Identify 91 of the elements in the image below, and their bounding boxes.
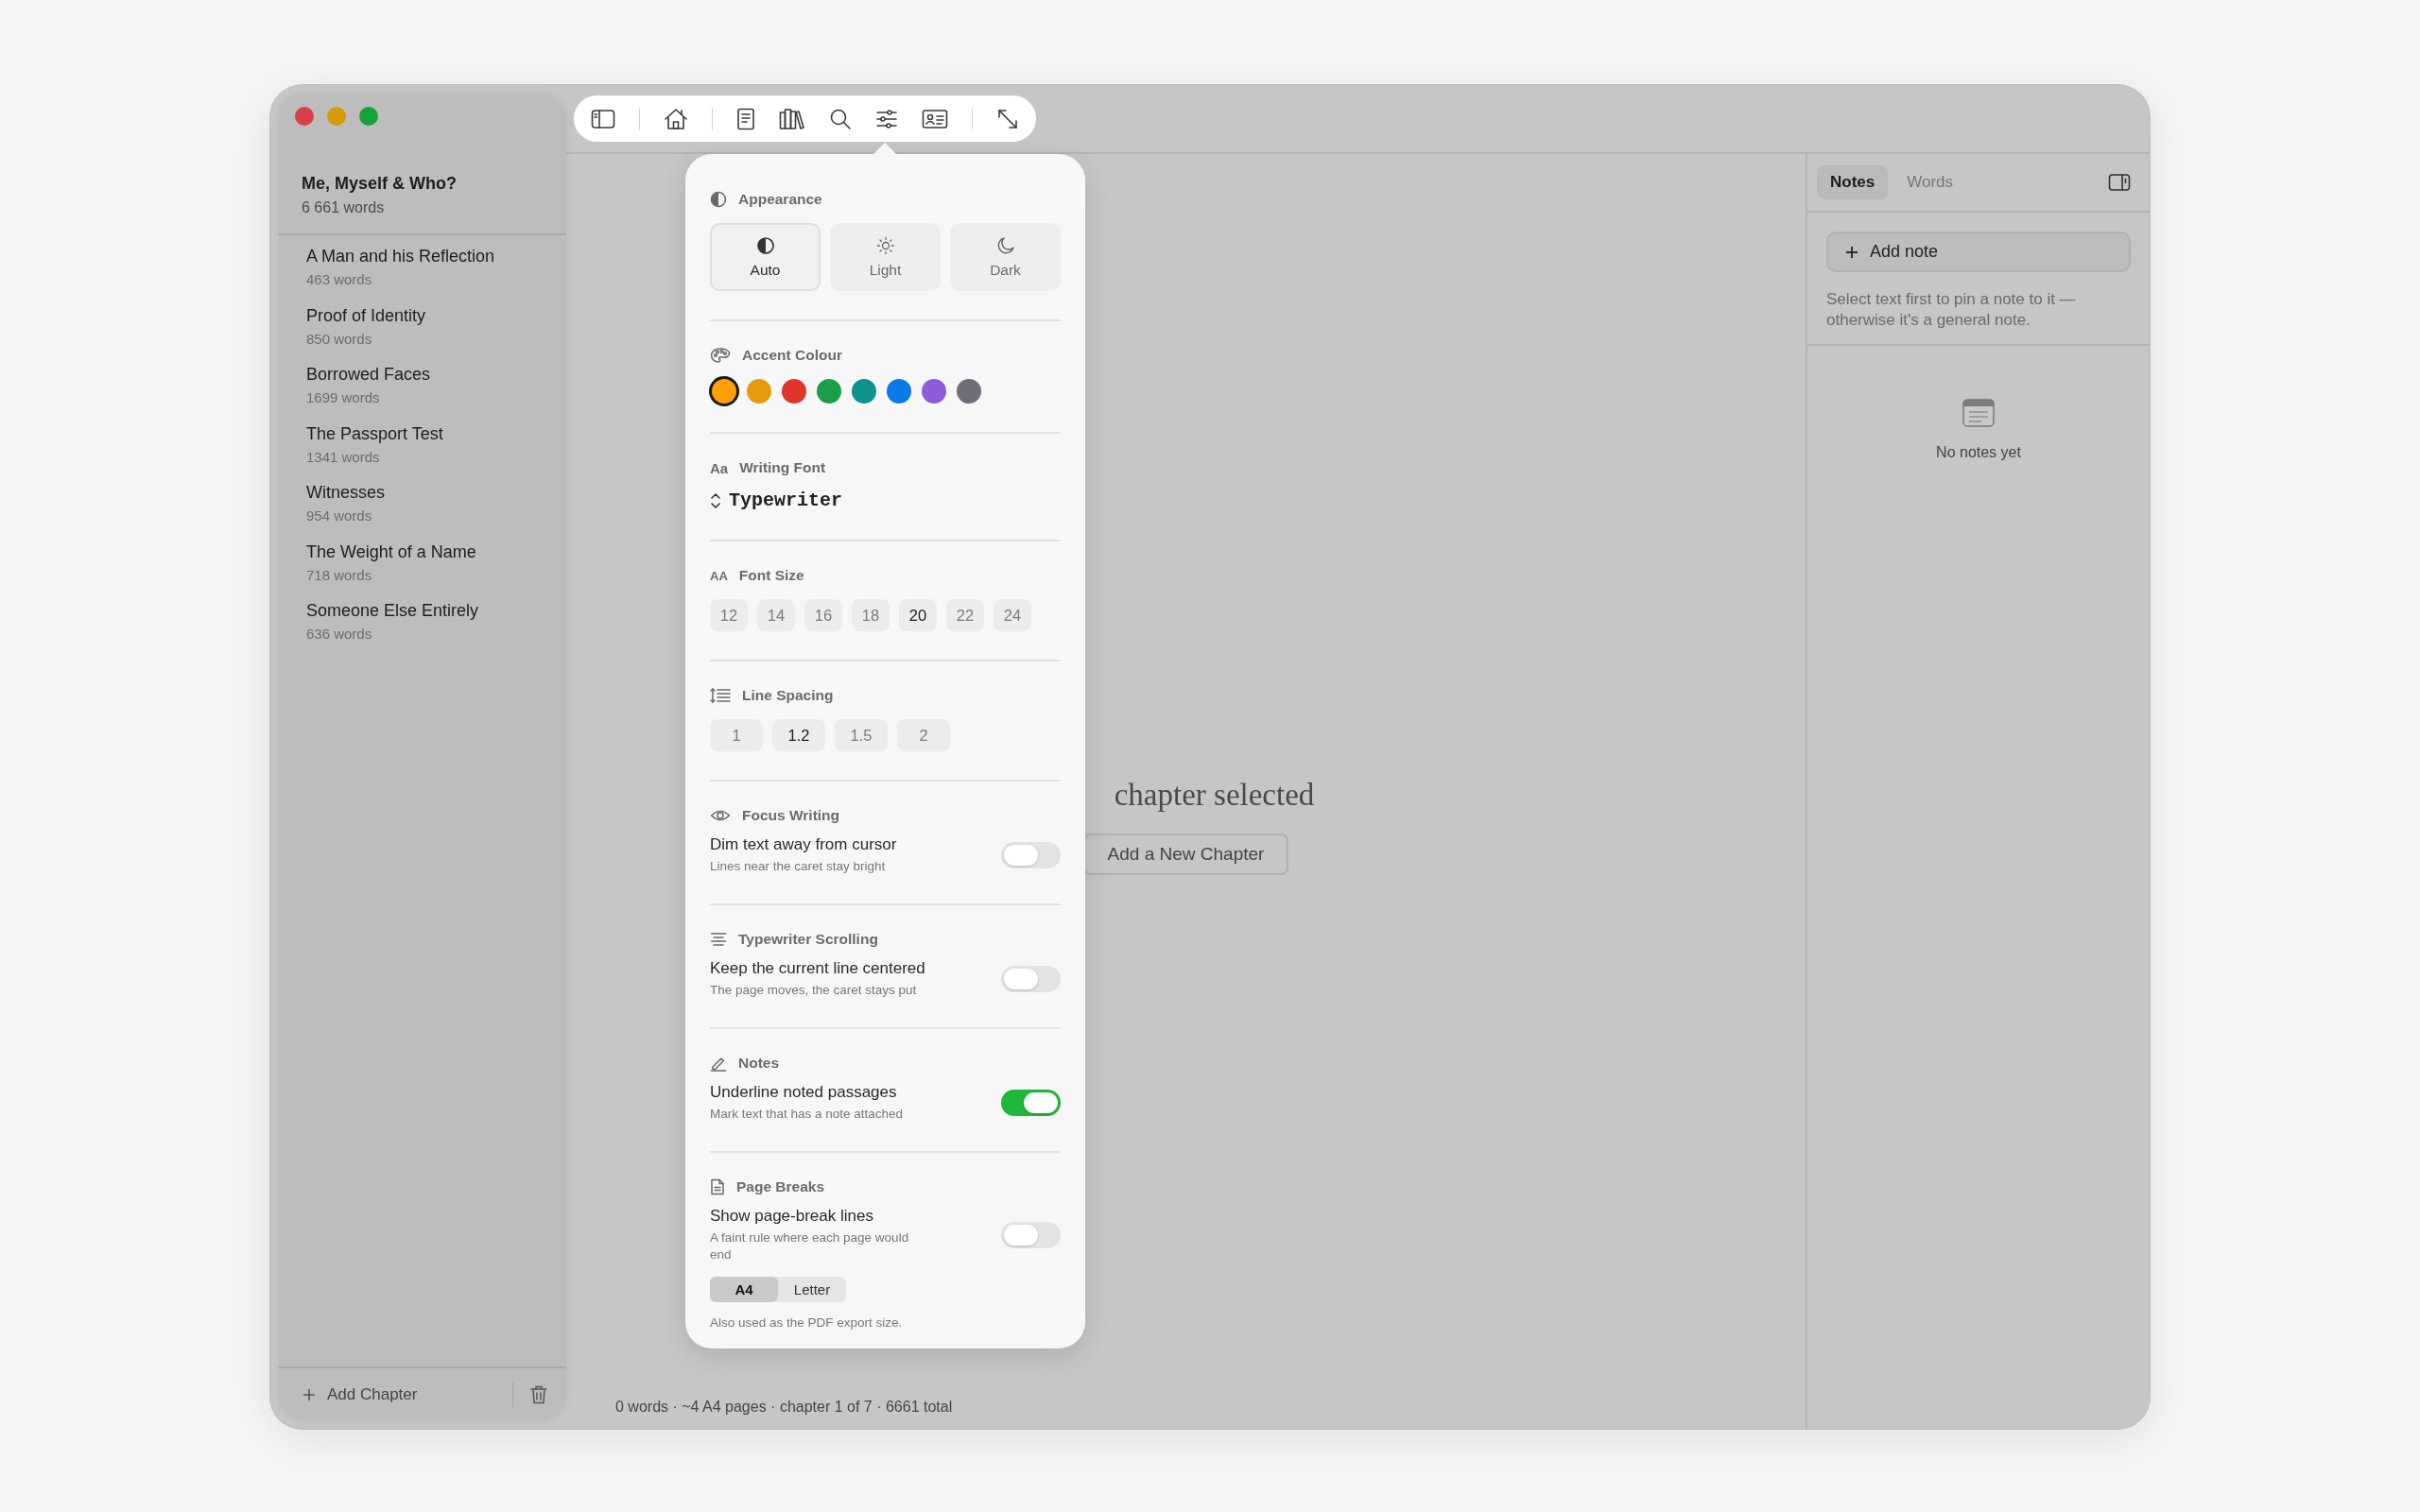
option-chip[interactable]: 18 — [852, 599, 890, 631]
setting-description: Lines near the caret stay bright — [710, 858, 887, 875]
colour-swatch[interactable] — [747, 379, 771, 404]
book-title: Me, Myself & Who? — [302, 174, 458, 194]
trash-icon[interactable] — [530, 1385, 547, 1404]
pencil-icon — [710, 1055, 727, 1072]
appearance-option[interactable]: Light — [830, 223, 941, 291]
section-label: Font Size — [738, 567, 804, 584]
sidebar-icon[interactable] — [591, 108, 615, 129]
chapter-item[interactable]: Someone Else Entirely 636 words — [306, 601, 566, 661]
empty-message: chapter selected — [1113, 778, 1315, 813]
setting-title: Show page-break lines — [710, 1207, 874, 1226]
contact-card-icon[interactable] — [922, 108, 948, 129]
chevron-updown-icon — [710, 491, 721, 509]
book-word-count: 6 661 words — [302, 199, 386, 216]
document-icon[interactable] — [736, 107, 755, 130]
option-chip[interactable]: 1.2 — [772, 719, 825, 751]
close-button[interactable] — [295, 107, 314, 126]
status-text: 0 words · ~4 A4 pages · chapter 1 of 7 · 6661 total — [614, 1399, 954, 1417]
option-chip[interactable]: 24 — [994, 599, 1031, 631]
option-chip[interactable]: 22 — [946, 599, 984, 631]
moon-icon — [995, 235, 1015, 255]
document-icon — [710, 1178, 725, 1195]
paper-size-option[interactable]: Letter — [778, 1277, 846, 1302]
setting-title: Keep the current line centered — [710, 959, 925, 978]
chapter-item[interactable]: Borrowed Faces 1699 words — [306, 365, 566, 424]
colour-swatch[interactable] — [782, 379, 806, 404]
option-chip[interactable]: 1 — [710, 719, 763, 751]
toggle-switch[interactable] — [1001, 1222, 1061, 1248]
sun-icon — [875, 235, 895, 255]
line-spacing-icon — [710, 687, 731, 704]
setting-description: The page moves, the caret stays put — [710, 982, 918, 999]
text-center-icon — [710, 932, 727, 947]
add-note-button[interactable]: Add note — [1826, 232, 2131, 272]
contrast-icon — [755, 235, 775, 255]
toggle-switch[interactable] — [1001, 842, 1061, 868]
option-chip[interactable]: 2 — [897, 719, 950, 751]
option-chip[interactable]: 1.5 — [835, 719, 888, 751]
setting-title: Underline noted passages — [710, 1083, 898, 1102]
chapter-item[interactable]: Witnesses 954 words — [306, 483, 566, 542]
empty-notes-text: No notes yet — [1936, 444, 2021, 461]
section-label: Focus Writing — [742, 807, 840, 824]
expand-icon[interactable] — [996, 107, 1019, 130]
option-chip[interactable]: 14 — [757, 599, 795, 631]
hint-text: Select text first to pin a note to it — otherwise it's a general note. — [1826, 289, 2077, 331]
colour-swatch[interactable] — [922, 379, 946, 404]
font-glyph: AA — [710, 568, 728, 583]
palette-icon — [710, 347, 731, 364]
colour-swatch[interactable] — [712, 379, 736, 404]
chapter-item[interactable]: Proof of Identity 850 words — [306, 305, 566, 365]
option-chip[interactable]: 20 — [899, 599, 937, 631]
chapter-item[interactable]: The Weight of a Name 718 words — [306, 541, 566, 601]
setting-description: A faint rule where each page would end — [710, 1229, 910, 1263]
font-picker[interactable]: Typewriter — [710, 490, 843, 511]
section-label: Page Breaks — [736, 1178, 825, 1195]
sidebar-icon[interactable] — [2108, 173, 2131, 192]
font-glyph: Aa — [710, 459, 729, 476]
note-text: Also used as the PDF export size. — [710, 1315, 904, 1330]
chapter-item[interactable]: A Man and his Reflection 463 words — [306, 247, 566, 306]
colour-swatch[interactable] — [817, 379, 841, 404]
contrast-icon — [710, 191, 727, 208]
toggle-switch[interactable] — [1001, 966, 1061, 992]
section-label: Line Spacing — [742, 687, 834, 704]
add-chapter-button[interactable]: Add Chapter — [302, 1385, 512, 1404]
colour-swatch[interactable] — [957, 379, 981, 404]
option-chip[interactable]: 12 — [710, 599, 748, 631]
panel-tab[interactable]: Notes — [1817, 165, 1889, 199]
option-chip[interactable]: 16 — [804, 599, 842, 631]
section-label: Writing Font — [739, 459, 826, 476]
eye-icon — [710, 808, 731, 823]
setting-title: Dim text away from cursor — [710, 835, 897, 854]
section-label: Accent Colour — [742, 347, 842, 364]
plus-icon — [1845, 245, 1858, 259]
colour-swatch[interactable] — [852, 379, 876, 404]
setting-description: Mark text that has a note attached — [710, 1106, 904, 1123]
home-icon[interactable] — [664, 107, 688, 130]
section-label: Notes — [738, 1055, 780, 1072]
add-new-chapter-button[interactable]: Add a New Chapter — [1082, 833, 1289, 875]
books-icon[interactable] — [779, 107, 805, 130]
plus-icon — [302, 1388, 316, 1401]
sliders-icon[interactable] — [875, 108, 898, 129]
note-icon — [1962, 399, 1995, 427]
search-icon[interactable] — [829, 107, 852, 130]
toggle-switch[interactable] — [1001, 1090, 1061, 1116]
appearance-option[interactable]: Dark — [950, 223, 1061, 291]
section-label: Typewriter Scrolling — [738, 931, 878, 948]
chapter-item[interactable]: The Passport Test 1341 words — [306, 423, 566, 483]
colour-swatch[interactable] — [887, 379, 911, 404]
paper-size-option[interactable]: A4 — [710, 1277, 778, 1302]
appearance-option[interactable]: Auto — [710, 223, 821, 291]
section-label: Appearance — [738, 191, 822, 208]
